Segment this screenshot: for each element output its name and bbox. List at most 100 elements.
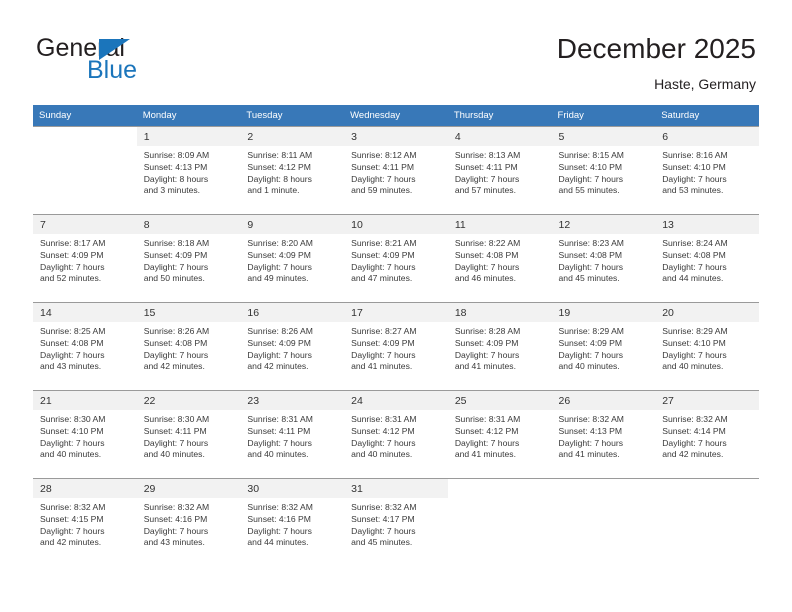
- daylight-text-line2: and 44 minutes.: [247, 537, 309, 548]
- day-cell[interactable]: 15 Sunrise: 8:26 AM Sunset: 4:08 PM Dayligh…: [136, 302, 241, 390]
- day-number: 29: [136, 479, 241, 498]
- day-number: 31: [344, 479, 448, 498]
- calendar-cell: 7 Sunrise: 8:17 AM Sunset: 4:09 PM Daylight…: [33, 214, 137, 302]
- day-cell[interactable]: 24 Sunrise: 8:31 AM Sunset: 4:12 PM Dayligh…: [344, 390, 448, 478]
- calendar-cell: 25 Sunrise: 8:31 AM Sunset: 4:12 PM Dayligh…: [447, 390, 552, 478]
- brand-logo[interactable]: General Blue: [36, 34, 216, 86]
- daylight-text-line2: and 46 minutes.: [454, 273, 516, 284]
- daylight-text-line2: and 43 minutes.: [143, 537, 205, 548]
- day-number: 21: [33, 391, 137, 410]
- day-details: Sunrise: 8:22 AM Sunset: 4:08 PM Daylight:…: [448, 234, 552, 285]
- sunrise-text: Sunrise: 8:26 AM: [247, 326, 313, 336]
- day-details: Sunrise: 8:13 AM Sunset: 4:11 PM Daylight:…: [448, 146, 552, 197]
- day-cell[interactable]: 6 Sunrise: 8:16 AM Sunset: 4:10 PM Daylight…: [655, 126, 759, 214]
- day-details: Sunrise: 8:31 AM Sunset: 4:12 PM Daylight:…: [344, 410, 448, 461]
- day-cell[interactable]: 3 Sunrise: 8:12 AM Sunset: 4:11 PM Daylight…: [344, 126, 448, 214]
- day-cell[interactable]: 23 Sunrise: 8:31 AM Sunset: 4:11 PM Dayligh…: [240, 390, 345, 478]
- sunset-text: Sunset: 4:09 PM: [558, 337, 623, 348]
- daylight-text-line2: and 45 minutes.: [351, 537, 413, 548]
- day-cell[interactable]: 9 Sunrise: 8:20 AM Sunset: 4:09 PM Daylight…: [240, 214, 345, 302]
- sunset-text: Sunset: 4:10 PM: [40, 425, 104, 436]
- day-number: 18: [447, 303, 552, 322]
- day-cell[interactable]: 14 Sunrise: 8:25 AM Sunset: 4:08 PM Dayligh…: [33, 302, 137, 390]
- day-cell[interactable]: 10 Sunrise: 8:21 AM Sunset: 4:09 PM Dayligh…: [344, 214, 448, 302]
- daylight-text-line1: Daylight: 7 hours: [662, 437, 727, 448]
- day-details: Sunrise: 8:15 AM Sunset: 4:10 PM Daylight:…: [552, 146, 656, 197]
- sunrise-text: Sunrise: 8:20 AM: [247, 238, 313, 248]
- calendar-cell: 30 Sunrise: 8:32 AM Sunset: 4:16 PM Dayligh…: [240, 478, 345, 566]
- day-cell[interactable]: 5 Sunrise: 8:15 AM Sunset: 4:10 PM Daylight…: [551, 126, 656, 214]
- sunrise-text: Sunrise: 8:21 AM: [351, 238, 417, 248]
- day-cell[interactable]: 30 Sunrise: 8:32 AM Sunset: 4:16 PM Dayligh…: [240, 478, 345, 566]
- day-cell[interactable]: 13 Sunrise: 8:24 AM Sunset: 4:08 PM Dayligh…: [655, 214, 759, 302]
- day-cell[interactable]: 2 Sunrise: 8:11 AM Sunset: 4:12 PM Daylight…: [240, 126, 345, 214]
- calendar-page: General Blue December 2025 Haste, German…: [0, 0, 792, 612]
- sunset-text: Sunset: 4:12 PM: [247, 161, 311, 172]
- day-cell[interactable]: 16 Sunrise: 8:26 AM Sunset: 4:09 PM Dayligh…: [240, 302, 345, 390]
- day-details: Sunrise: 8:31 AM Sunset: 4:12 PM Daylight:…: [448, 410, 552, 461]
- calendar-week-row: 21 Sunrise: 8:30 AM Sunset: 4:10 PM Dayligh…: [33, 390, 759, 478]
- day-cell[interactable]: 21 Sunrise: 8:30 AM Sunset: 4:10 PM Dayligh…: [33, 390, 137, 478]
- day-cell[interactable]: 31 Sunrise: 8:32 AM Sunset: 4:17 PM Dayligh…: [344, 478, 448, 566]
- day-details: Sunrise: 8:32 AM Sunset: 4:13 PM Daylight:…: [552, 410, 656, 461]
- day-details: Sunrise: 8:32 AM Sunset: 4:15 PM Daylight:…: [33, 498, 137, 549]
- calendar-cell: 26 Sunrise: 8:32 AM Sunset: 4:13 PM Dayligh…: [551, 390, 656, 478]
- day-details: Sunrise: 8:26 AM Sunset: 4:09 PM Daylight:…: [240, 322, 344, 373]
- daylight-text-line1: Daylight: 7 hours: [558, 437, 624, 448]
- sunset-text: Sunset: 4:10 PM: [558, 161, 623, 172]
- day-cell[interactable]: 11 Sunrise: 8:22 AM Sunset: 4:08 PM Dayligh…: [447, 214, 552, 302]
- empty-day-cell: [33, 126, 137, 214]
- day-cell[interactable]: 27 Sunrise: 8:32 AM Sunset: 4:14 PM Dayligh…: [655, 390, 759, 478]
- daylight-text-line1: Daylight: 7 hours: [40, 349, 105, 360]
- sunrise-text: Sunrise: 8:25 AM: [40, 326, 106, 336]
- calendar-cell: 23 Sunrise: 8:31 AM Sunset: 4:11 PM Dayligh…: [240, 390, 345, 478]
- daylight-text-line2: and 44 minutes.: [662, 273, 724, 284]
- day-cell[interactable]: 18 Sunrise: 8:28 AM Sunset: 4:09 PM Dayligh…: [447, 302, 552, 390]
- weekday-header-friday: Friday: [551, 105, 656, 126]
- calendar-cell: 20 Sunrise: 8:29 AM Sunset: 4:10 PM Dayligh…: [655, 302, 759, 390]
- day-cell[interactable]: 4 Sunrise: 8:13 AM Sunset: 4:11 PM Daylight…: [447, 126, 552, 214]
- day-cell[interactable]: 20 Sunrise: 8:29 AM Sunset: 4:10 PM Dayligh…: [655, 302, 759, 390]
- day-cell[interactable]: 7 Sunrise: 8:17 AM Sunset: 4:09 PM Daylight…: [33, 214, 137, 302]
- sunset-text: Sunset: 4:12 PM: [351, 425, 415, 436]
- daylight-text-line1: Daylight: 7 hours: [351, 173, 416, 184]
- calendar-cell: [33, 126, 137, 214]
- daylight-text-line1: Daylight: 7 hours: [247, 437, 312, 448]
- sunrise-text: Sunrise: 8:23 AM: [558, 238, 624, 248]
- sunset-text: Sunset: 4:09 PM: [351, 337, 415, 348]
- day-details: Sunrise: 8:29 AM Sunset: 4:10 PM Daylight:…: [655, 322, 759, 373]
- sunset-text: Sunset: 4:09 PM: [247, 249, 311, 260]
- day-details: Sunrise: 8:17 AM Sunset: 4:09 PM Daylight:…: [33, 234, 137, 285]
- day-cell[interactable]: 28 Sunrise: 8:32 AM Sunset: 4:15 PM Dayligh…: [33, 478, 137, 566]
- page-title: December 2025: [556, 33, 756, 64]
- daylight-text-line2: and 55 minutes.: [558, 185, 620, 196]
- calendar-cell: 8 Sunrise: 8:18 AM Sunset: 4:09 PM Daylight…: [136, 214, 241, 302]
- sunrise-text: Sunrise: 8:32 AM: [662, 414, 728, 424]
- sunset-text: Sunset: 4:13 PM: [558, 425, 623, 436]
- day-cell[interactable]: 1 Sunrise: 8:09 AM Sunset: 4:13 PM Daylight…: [136, 126, 241, 214]
- day-cell[interactable]: 8 Sunrise: 8:18 AM Sunset: 4:09 PM Daylight…: [136, 214, 241, 302]
- day-cell[interactable]: 19 Sunrise: 8:29 AM Sunset: 4:09 PM Dayligh…: [551, 302, 656, 390]
- sunset-text: Sunset: 4:08 PM: [40, 337, 104, 348]
- daylight-text-line2: and 41 minutes.: [454, 449, 516, 460]
- calendar-cell: 14 Sunrise: 8:25 AM Sunset: 4:08 PM Dayligh…: [33, 302, 137, 390]
- day-number: 5: [551, 127, 656, 146]
- sunset-text: Sunset: 4:09 PM: [351, 249, 415, 260]
- day-number: 25: [447, 391, 552, 410]
- daylight-text-line2: and 45 minutes.: [558, 273, 620, 284]
- daylight-text-line2: and 49 minutes.: [247, 273, 309, 284]
- daylight-text-line1: Daylight: 7 hours: [662, 349, 727, 360]
- calendar-cell: 19 Sunrise: 8:29 AM Sunset: 4:09 PM Dayligh…: [551, 302, 656, 390]
- day-cell[interactable]: 12 Sunrise: 8:23 AM Sunset: 4:08 PM Dayligh…: [551, 214, 656, 302]
- day-cell[interactable]: 29 Sunrise: 8:32 AM Sunset: 4:16 PM Dayligh…: [136, 478, 241, 566]
- weekday-header-monday: Monday: [136, 105, 241, 126]
- calendar-cell: 4 Sunrise: 8:13 AM Sunset: 4:11 PM Daylight…: [447, 126, 552, 214]
- empty-day-cell: [655, 478, 759, 566]
- day-number: 2: [240, 127, 345, 146]
- day-cell[interactable]: 26 Sunrise: 8:32 AM Sunset: 4:13 PM Dayligh…: [551, 390, 656, 478]
- day-cell[interactable]: 25 Sunrise: 8:31 AM Sunset: 4:12 PM Dayligh…: [447, 390, 552, 478]
- day-cell[interactable]: 17 Sunrise: 8:27 AM Sunset: 4:09 PM Dayligh…: [344, 302, 448, 390]
- day-cell[interactable]: 22 Sunrise: 8:30 AM Sunset: 4:11 PM Dayligh…: [136, 390, 241, 478]
- sunrise-text: Sunrise: 8:31 AM: [454, 414, 521, 424]
- sunrise-text: Sunrise: 8:32 AM: [247, 502, 313, 512]
